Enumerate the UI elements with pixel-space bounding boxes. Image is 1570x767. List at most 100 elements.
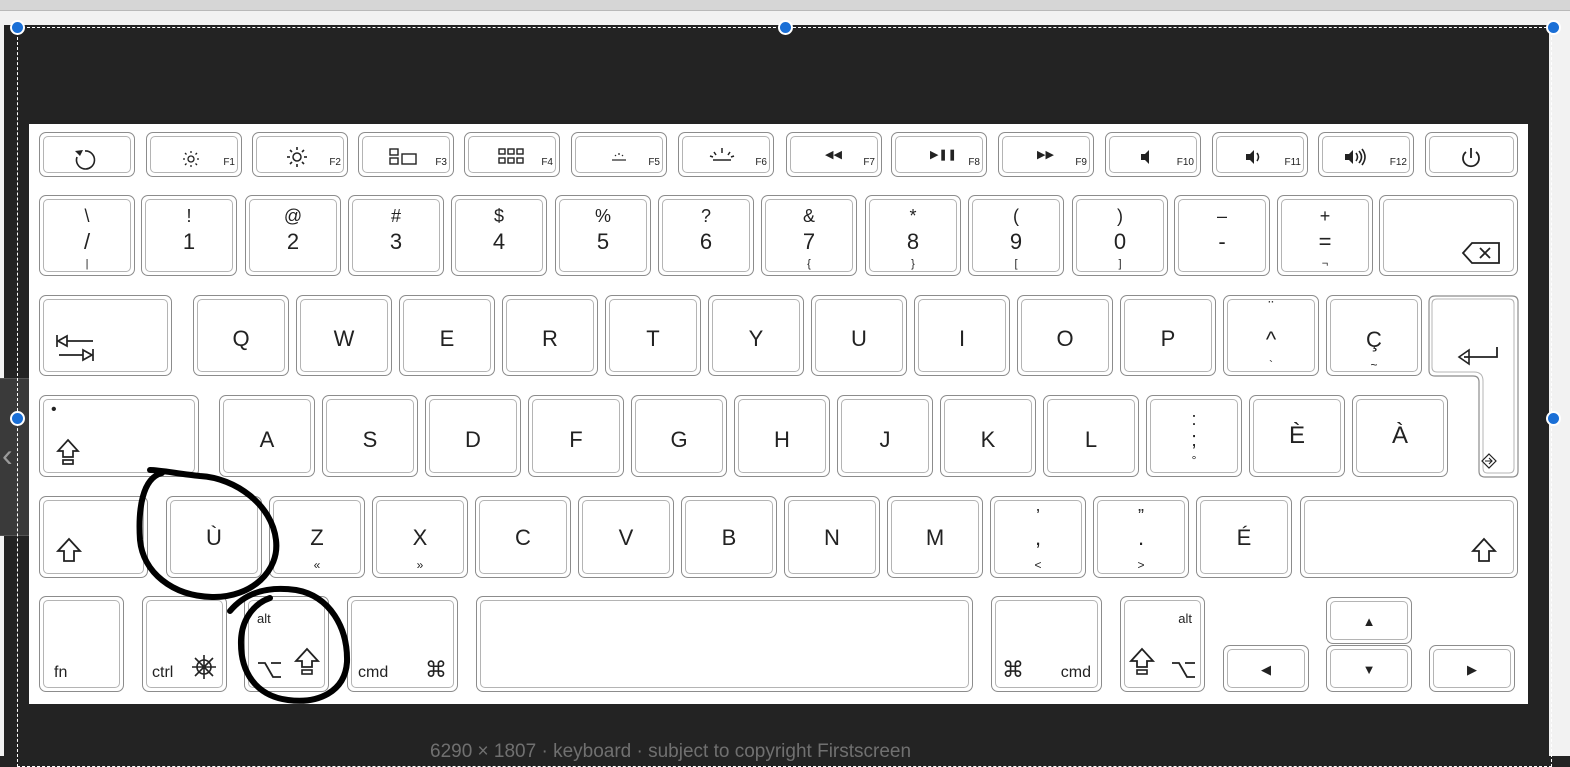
key-number-6[interactable]: ? 6 — [658, 195, 754, 276]
key-u-grave[interactable]: Ù — [166, 496, 262, 578]
key-e-grave[interactable]: È — [1249, 395, 1345, 477]
key-letter-c[interactable]: C — [475, 496, 571, 578]
key-letter-m[interactable]: M — [887, 496, 983, 578]
key-f10[interactable]: F10 — [1105, 132, 1201, 177]
key-arrow-up[interactable]: ▲ — [1326, 597, 1412, 644]
key-top-symbol: * — [909, 206, 917, 226]
key-f5[interactable]: F5 — [571, 132, 667, 177]
key-f12[interactable]: F12 — [1318, 132, 1414, 177]
key-main-symbol: 2 — [286, 229, 300, 254]
key-letter-label: H — [774, 427, 790, 452]
key-letter-y[interactable]: Y — [708, 295, 804, 376]
key-number-1[interactable]: ! 1 — [141, 195, 237, 276]
key-tab[interactable] — [39, 295, 172, 376]
key-number-9[interactable]: (9 [ — [968, 195, 1064, 276]
key-option-right[interactable]: alt — [1120, 596, 1205, 692]
key-f2[interactable]: F2 — [252, 132, 348, 177]
key-top-symbol: $ — [493, 206, 504, 226]
key-shift-left[interactable] — [39, 496, 148, 578]
key-letter-v[interactable]: V — [578, 496, 674, 578]
key-number-7[interactable]: & 7 { — [761, 195, 857, 276]
key-f9[interactable]: ▶▶ F9 — [998, 132, 1094, 177]
key-comma[interactable]: ’, < — [990, 496, 1086, 578]
key-c-cedilla[interactable]: Ç ~ — [1326, 295, 1422, 376]
key-command-left[interactable]: cmd ⌘ — [347, 596, 458, 692]
key-fn[interactable]: fn — [39, 596, 124, 692]
key-command-right[interactable]: ⌘ cmd — [991, 596, 1102, 692]
key-backspace[interactable] — [1379, 195, 1518, 276]
key-letter-x[interactable]: X» — [372, 496, 468, 578]
key-space[interactable] — [476, 596, 973, 692]
resize-handle-top-center[interactable] — [778, 20, 793, 35]
keyboard-image: F1 F2 F3 F4 F5 F6 ◀◀ F7 ▶❚❚ F8 ▶▶ F9 F10 F11 F12 \ / |! 1 @… — [29, 124, 1528, 704]
key-letter-p[interactable]: P — [1120, 295, 1216, 376]
key-arrow-down[interactable]: ▼ — [1326, 645, 1412, 692]
mission-control-icon — [389, 148, 417, 165]
key-main-symbol: 6 — [699, 229, 713, 254]
key-a-grave[interactable]: À — [1352, 395, 1448, 477]
key-arrow-right[interactable]: ▶ — [1429, 645, 1515, 692]
key-top-symbol: ” — [1138, 506, 1144, 526]
key-letter-u[interactable]: U — [811, 295, 907, 376]
key-esc[interactable] — [39, 132, 135, 177]
key-letter-l[interactable]: L — [1043, 395, 1139, 477]
key-letter-k[interactable]: K — [940, 395, 1036, 477]
key-fn-label: F11 — [1284, 157, 1302, 168]
key-letter-o[interactable]: O — [1017, 295, 1113, 376]
key-f4[interactable]: F4 — [464, 132, 560, 177]
key-top-symbol: @ — [283, 206, 303, 226]
key-fn-label: F2 — [329, 157, 341, 168]
key-number-8[interactable]: * 8} — [865, 195, 961, 276]
key-number-4[interactable]: $4 — [451, 195, 547, 276]
key-f8[interactable]: ▶❚❚ F8 — [891, 132, 987, 177]
key-letter-t[interactable]: T — [605, 295, 701, 376]
key-number-10[interactable]: ) 0] — [1072, 195, 1168, 276]
key-number-0[interactable]: \ / | — [39, 195, 135, 276]
key-number-12[interactable]: + = ¬ — [1277, 195, 1373, 276]
key-letter-r[interactable]: R — [502, 295, 598, 376]
key-semicolon[interactable]: :; ° — [1146, 395, 1242, 477]
key-letter-w[interactable]: W — [296, 295, 392, 376]
key-number-2[interactable]: @2 — [245, 195, 341, 276]
key-fn-label: F1 — [223, 157, 235, 168]
key-arrow-right-glyph: ▶ — [1467, 662, 1477, 677]
resize-handle-top-left[interactable] — [10, 20, 25, 35]
key-f7[interactable]: ◀◀ F7 — [786, 132, 882, 177]
resize-handle-top-right[interactable] — [1546, 20, 1561, 35]
key-letter-j[interactable]: J — [837, 395, 933, 477]
key-letter-f[interactable]: F — [528, 395, 624, 477]
key-f1[interactable]: F1 — [146, 132, 242, 177]
key-option-left[interactable]: alt — [244, 596, 329, 692]
key-shift-right[interactable] — [1300, 496, 1518, 578]
key-top-symbol: & — [802, 206, 815, 226]
key-arrow-down-glyph: ▼ — [1362, 662, 1376, 677]
key-circumflex[interactable]: ¨ ^ ` — [1223, 295, 1319, 376]
key-number-3[interactable]: #3 — [348, 195, 444, 276]
key-control[interactable]: ctrl — [142, 596, 227, 692]
key-letter-q[interactable]: Q — [193, 295, 289, 376]
key-letter-h[interactable]: H — [734, 395, 830, 477]
key-f11[interactable]: F11 — [1212, 132, 1308, 177]
key-f6[interactable]: F6 — [678, 132, 774, 177]
key-letter-e[interactable]: E — [399, 295, 495, 376]
key-letter-s[interactable]: S — [322, 395, 418, 477]
caps-lock-icon — [56, 438, 80, 465]
key-number-5[interactable]: % 5 — [555, 195, 651, 276]
key-power[interactable] — [1425, 132, 1518, 177]
key-letter-i[interactable]: I — [914, 295, 1010, 376]
key-letter-g[interactable]: G — [631, 395, 727, 477]
key-number-11[interactable]: – - — [1174, 195, 1270, 276]
resize-handle-middle-left[interactable] — [10, 411, 25, 426]
key-letter-z[interactable]: Z « — [269, 496, 365, 578]
resize-handle-middle-right[interactable] — [1546, 411, 1561, 426]
key-letter-n[interactable]: N — [784, 496, 880, 578]
key-letter-a[interactable]: A — [219, 395, 315, 477]
key-main-symbol: X — [412, 525, 428, 550]
key-caps-lock[interactable]: • — [39, 395, 199, 477]
key-letter-d[interactable]: D — [425, 395, 521, 477]
key-arrow-left[interactable]: ◀ — [1223, 645, 1309, 692]
key-period[interactable]: ”. > — [1093, 496, 1189, 578]
key-e-acute[interactable]: É — [1196, 496, 1292, 578]
key-f3[interactable]: F3 — [358, 132, 454, 177]
key-letter-b[interactable]: B — [681, 496, 777, 578]
